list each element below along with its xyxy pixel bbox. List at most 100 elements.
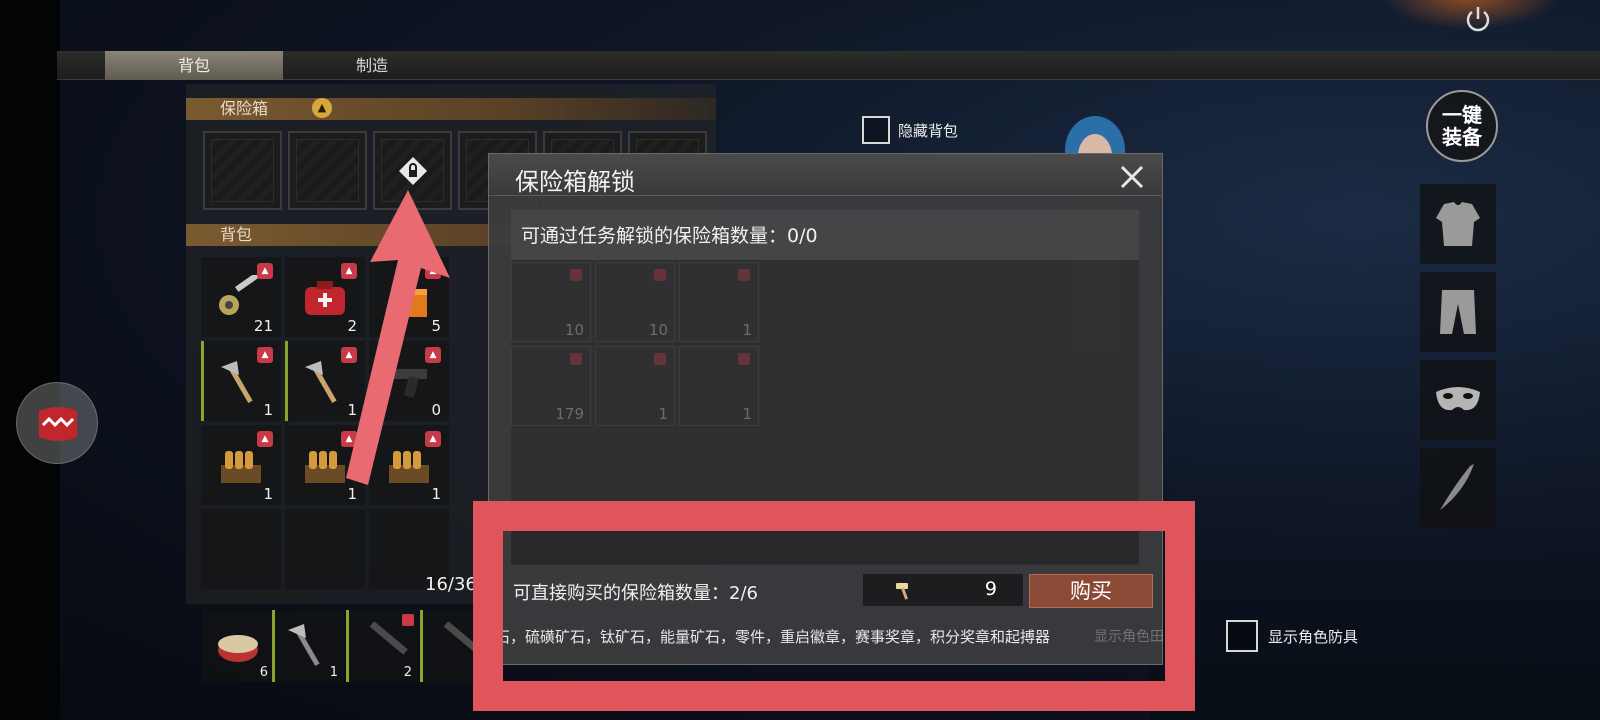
task-unlock-text: 可通过任务解锁的保险箱数量：0/0	[521, 225, 818, 247]
blade-icon	[1440, 464, 1474, 510]
faded-lock-badge	[570, 353, 582, 365]
lock-badge: ▲	[257, 347, 273, 363]
item-quantity: 1	[263, 401, 273, 419]
item-quantity: 6	[259, 665, 268, 680]
equip-slot-weapon[interactable]	[1420, 448, 1496, 528]
item-quantity: 21	[253, 317, 273, 335]
safe-box-slot[interactable]	[288, 131, 367, 210]
lock-badge: ▲	[257, 431, 273, 447]
faded-quantity: 1	[658, 405, 668, 423]
upgrade-arrow-icon[interactable]: ▲	[312, 98, 332, 118]
equip-slot-pants[interactable]	[1420, 272, 1496, 352]
inventory-slot[interactable]: ▲ 0	[369, 341, 449, 421]
rifle-icon	[369, 622, 408, 655]
one-key-equip-line1: 一键	[1442, 103, 1482, 127]
emote-button[interactable]	[16, 382, 98, 464]
safe-box-header: 保险箱	[186, 98, 716, 120]
safe-box-slot[interactable]	[203, 131, 282, 210]
inventory-slot[interactable]: ▲ 1	[285, 425, 365, 505]
medkit-icon	[305, 281, 345, 315]
monster-mouth-icon	[39, 407, 77, 441]
inventory-slot[interactable]: ▲ 1	[285, 341, 365, 421]
faded-lock-badge	[570, 269, 582, 281]
hide-bag-label: 隐藏背包	[898, 121, 959, 140]
forest-background	[1150, 520, 1600, 720]
faded-lock-badge	[654, 353, 666, 365]
equipped-indicator	[272, 610, 275, 682]
hotbar-slot[interactable]: 6	[202, 610, 274, 682]
shirt-icon	[1436, 202, 1480, 246]
one-key-equip-button[interactable]: 一键 装备	[1426, 90, 1498, 162]
pants-icon	[1440, 290, 1476, 334]
inventory-slot[interactable]: ▲ 1	[201, 341, 281, 421]
highlight-box-annotation	[473, 501, 1195, 711]
safe-box-slot-locked[interactable]	[373, 131, 452, 210]
lock-badge: ▲	[341, 347, 357, 363]
left-shadow	[0, 0, 60, 720]
faded-quantity: 1	[742, 405, 752, 423]
background-slot: 10	[511, 262, 591, 342]
faded-lock-badge	[738, 269, 750, 281]
background-slot: 1	[679, 346, 759, 426]
key-icon	[219, 275, 260, 315]
item-quantity: 1	[347, 485, 357, 503]
item-quantity: 5	[431, 317, 441, 335]
power-icon[interactable]	[1462, 4, 1494, 36]
hotbar-slot[interactable]: 1	[272, 610, 344, 682]
inventory-slot[interactable]: ▲ 2	[285, 257, 365, 337]
item-quantity: 1	[329, 665, 338, 680]
mask-icon	[1436, 387, 1480, 411]
lock-badge: ▲	[425, 347, 441, 363]
inventory-slot-empty[interactable]	[285, 509, 365, 589]
close-icon[interactable]	[1117, 162, 1147, 192]
inventory-slot[interactable]: ▲ 1	[369, 425, 449, 505]
item-quantity: 1	[263, 485, 273, 503]
lock-icon	[399, 157, 427, 185]
background-slot: 179	[511, 346, 591, 426]
item-quantity: 2	[347, 317, 357, 335]
tab-backpack[interactable]: 背包	[105, 51, 283, 80]
background-slot: 10	[595, 262, 675, 342]
equipped-indicator	[285, 341, 288, 421]
ammo-crate-icon	[305, 451, 345, 483]
faded-lock-badge	[654, 269, 666, 281]
dialog-title: 保险箱解锁	[515, 168, 635, 196]
ammo-crate-icon	[389, 451, 429, 483]
lock-badge: ▲	[341, 431, 357, 447]
axe-icon	[288, 624, 320, 667]
checkbox[interactable]	[862, 116, 890, 144]
pistol-icon	[391, 369, 427, 398]
task-unlock-row: 可通过任务解锁的保险箱数量：0/0	[511, 210, 1139, 260]
axe-icon	[221, 361, 253, 404]
show-armor-label: 显示角色防具	[1268, 627, 1359, 646]
equipped-indicator	[420, 610, 423, 682]
hotbar-slot[interactable]: 2	[346, 610, 418, 682]
hide-bag-toggle[interactable]: 隐藏背包	[862, 116, 958, 144]
show-armor-toggle[interactable]: 显示角色防具	[1226, 620, 1358, 652]
inventory-slot[interactable]: ▲ 1	[201, 425, 281, 505]
checkbox[interactable]	[1226, 620, 1258, 652]
equipped-indicator	[201, 341, 204, 421]
equip-slot-mask[interactable]	[1420, 360, 1496, 440]
equip-slot-top[interactable]	[1420, 184, 1496, 264]
tab-bar: 背包 制造	[57, 51, 1600, 80]
food-can-icon	[218, 635, 258, 662]
supply-icon	[393, 289, 427, 317]
dialog-title-bar: 保险箱解锁	[489, 154, 1162, 196]
one-key-equip-line2: 装备	[1442, 125, 1482, 149]
lock-badge: ▲	[341, 263, 357, 279]
inventory-slot[interactable]: ▲ 21	[201, 257, 281, 337]
faded-quantity: 1	[742, 321, 752, 339]
safe-box-title: 保险箱	[220, 99, 269, 118]
inventory-slot-empty[interactable]	[201, 509, 281, 589]
inventory-slot[interactable]: ▲ 5	[369, 257, 449, 337]
backpack-title: 背包	[220, 225, 253, 244]
lock-badge: ▲	[257, 263, 273, 279]
lock-badge: ▲	[425, 431, 441, 447]
item-quantity: 2	[403, 665, 412, 680]
ammo-crate-icon	[221, 451, 261, 483]
faded-quantity: 10	[564, 321, 584, 339]
background-slot: 1	[595, 346, 675, 426]
tab-crafting[interactable]: 制造	[283, 51, 461, 80]
equipped-indicator	[346, 610, 349, 682]
